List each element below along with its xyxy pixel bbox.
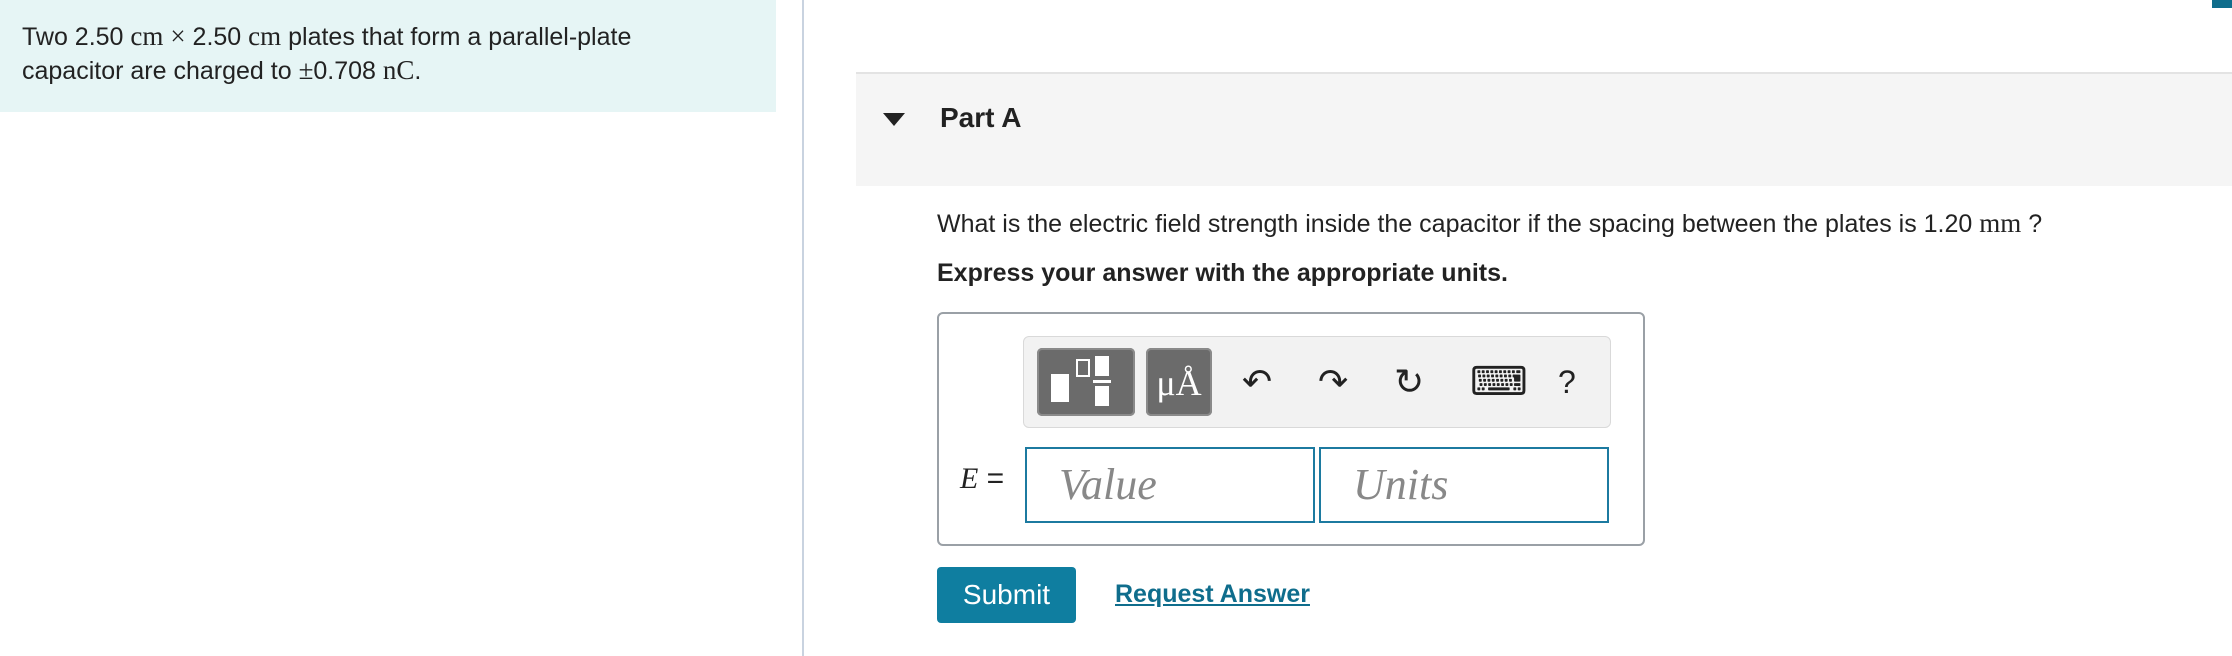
plus-minus-symbol: ± [298,55,314,85]
problem-text: Two 2.50 [22,23,124,51]
unit-mm: mm [1979,208,2022,238]
unit-cm: cm [248,21,282,51]
unit-cm: cm [130,21,164,51]
keyboard-icon[interactable]: ⌨ [1470,358,1528,406]
request-answer-link[interactable]: Request Answer [1115,580,1310,609]
help-icon[interactable]: ? [1558,358,1576,406]
instruction-text: Express your answer with the appropriate… [937,259,1508,287]
templates-button[interactable] [1037,348,1135,416]
units-symbol-icon: μÅ [1156,363,1202,403]
undo-icon[interactable]: ↶ [1242,358,1272,406]
redo-icon[interactable]: ↷ [1318,358,1348,406]
part-title: Part A [940,102,1022,133]
problem-text: 2.50 [192,23,242,51]
part-header[interactable] [856,74,2232,186]
times-symbol: × [170,21,186,51]
submit-button[interactable]: Submit [937,567,1076,623]
reset-icon[interactable]: ↻ [1394,358,1424,406]
charge-value: 0.708 [313,57,376,85]
unit-nc: nC [382,55,415,85]
question-text: What is the electric field strength insi… [937,208,2043,238]
problem-text: capacitor are charged to [22,57,292,85]
answer-variable-label: E = [960,462,1005,495]
problem-text: plates that form a parallel-plate [288,23,632,51]
panel-divider [802,0,804,656]
value-input[interactable]: Value [1025,447,1315,523]
problem-line-1: Two 2.50 cm × 2.50 cm plates that form a… [22,20,754,54]
units-input[interactable]: Units [1319,447,1609,523]
fraction-template-icon [1051,356,1111,406]
corner-badge [2212,0,2232,8]
collapse-triangle-icon[interactable] [883,113,905,126]
problem-statement: Two 2.50 cm × 2.50 cm plates that form a… [0,0,776,112]
problem-text: . [414,57,422,85]
problem-line-2: capacitor are charged to ±0.708 nC. [22,54,754,88]
